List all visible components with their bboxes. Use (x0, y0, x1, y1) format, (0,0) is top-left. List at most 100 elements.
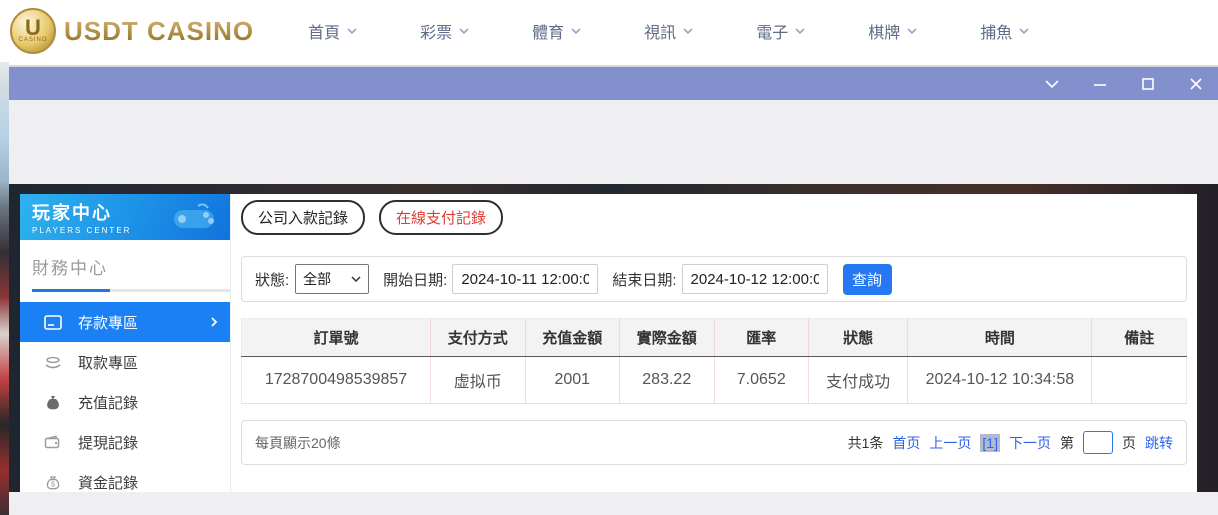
nav-item-live[interactable]: 視訊 (644, 19, 694, 43)
background-photo-strip (0, 62, 9, 515)
chevron-down-icon (1019, 28, 1029, 35)
cell-remark (1091, 356, 1187, 404)
nav-item-home[interactable]: 首頁 (308, 19, 358, 43)
nav-item-cards[interactable]: 棋牌 (868, 19, 918, 43)
col-time: 時間 (907, 318, 1093, 357)
site-logo[interactable]: U CASINO USDT CASINO (10, 8, 254, 54)
end-date-label: 結束日期: (612, 271, 677, 289)
tab-online-payment-records[interactable]: 在線支付記錄 (379, 200, 504, 235)
col-rate: 匯率 (714, 318, 809, 357)
minimize-icon[interactable] (1092, 76, 1108, 92)
sidebar-header: 玩家中心 PLAYERS CENTER (20, 194, 230, 240)
nav-label: 體育 (532, 25, 565, 42)
main-content: 公司入款記錄 在線支付記錄 狀態: 全部 開始日期: 結束日期: 查詢 (231, 194, 1197, 492)
record-tabs: 公司入款記錄 在線支付記錄 (241, 200, 1187, 235)
status-select[interactable]: 全部 (295, 264, 370, 294)
sidebar-item-label: 充值記錄 (78, 394, 139, 412)
coin-logo-icon: U CASINO (10, 8, 56, 54)
sidebar-item-label: 提現記錄 (78, 434, 139, 452)
col-pay-method: 支付方式 (430, 318, 526, 357)
table-header-row: 訂單號 支付方式 充值金額 實際金額 匯率 狀態 時間 備註 (241, 318, 1187, 357)
chevron-down-icon (683, 28, 693, 35)
cell-recharge-amount: 2001 (525, 356, 620, 404)
cell-order-no: 1728700498539857 (241, 356, 431, 404)
table-row: 1728700498539857 虚拟币 2001 283.22 7.0652 … (241, 356, 1187, 404)
chevron-down-icon (571, 28, 581, 35)
nav-label: 視訊 (644, 25, 677, 42)
search-button[interactable]: 查詢 (842, 263, 892, 295)
nav-item-slots[interactable]: 電子 (756, 19, 806, 43)
logo-text: USDT CASINO (64, 15, 255, 46)
player-center-panel: 玩家中心 PLAYERS CENTER 財務中心 存款專區 取款專區 充值記錄 … (20, 194, 1197, 492)
chevron-down-icon (907, 28, 917, 35)
nav-label: 捕魚 (980, 25, 1013, 42)
svg-text:$: $ (51, 481, 55, 488)
page-jump-input[interactable] (1083, 431, 1113, 454)
content-frame: 玩家中心 PLAYERS CENTER 財務中心 存款專區 取款專區 充值記錄 … (9, 184, 1218, 492)
jump-prefix-text: 第 (1060, 434, 1074, 451)
next-page-link[interactable]: 下一页 (1009, 433, 1051, 453)
col-actual-amount: 實際金額 (619, 318, 715, 357)
hand-coins-icon (45, 356, 61, 368)
first-page-link[interactable]: 首页 (892, 433, 920, 453)
chevron-down-icon (351, 275, 361, 282)
chevron-right-icon (211, 317, 218, 327)
sidebar-item-label: 存款專區 (78, 314, 139, 332)
start-date-input[interactable] (452, 264, 599, 294)
tab-company-deposit-records[interactable]: 公司入款記錄 (241, 200, 366, 235)
coin-letter: U (25, 15, 41, 40)
collapse-icon[interactable] (1044, 76, 1060, 92)
wallet-icon (44, 435, 60, 449)
page-size-text: 每頁顯示20條 (255, 434, 341, 451)
deposit-card-icon (44, 314, 62, 330)
maximize-icon[interactable] (1140, 76, 1156, 92)
main-nav: 首頁 彩票 體育 視訊 電子 棋牌 捕魚 (308, 19, 1030, 43)
nav-item-sports[interactable]: 體育 (532, 19, 582, 43)
sidebar-section-label: 財務中心 (32, 259, 108, 278)
col-status: 狀態 (808, 318, 909, 357)
records-table: 訂單號 支付方式 充值金額 實際金額 匯率 狀態 時間 備註 172870049… (241, 318, 1187, 404)
nav-item-lottery[interactable]: 彩票 (420, 19, 470, 43)
chevron-down-icon (459, 28, 469, 35)
end-date-input[interactable] (681, 264, 828, 294)
money-bag-icon (47, 396, 59, 410)
cell-rate: 7.0652 (714, 356, 809, 404)
cell-time: 2024-10-12 10:34:58 (907, 356, 1093, 404)
nav-label: 彩票 (420, 25, 453, 42)
status-select-value: 全部 (303, 271, 332, 287)
sidebar-divider (32, 289, 230, 292)
sidebar-item-recharge-records[interactable]: 充值記錄 (20, 382, 230, 422)
col-recharge-amount: 充值金額 (525, 318, 620, 357)
prev-page-link[interactable]: 上一页 (929, 433, 971, 453)
nav-label: 棋牌 (868, 25, 901, 42)
nav-item-fishing[interactable]: 捕魚 (980, 19, 1030, 43)
nav-label: 首頁 (308, 25, 341, 42)
nav-label: 電子 (756, 25, 789, 42)
player-center-dialog: 玩家中心 PLAYERS CENTER 財務中心 存款專區 取款專區 充值記錄 … (9, 65, 1218, 515)
sidebar-item-fund-records[interactable]: $ 資金記錄 (20, 462, 230, 502)
cell-status: 支付成功 (808, 356, 909, 404)
col-order-no: 訂單號 (241, 318, 431, 357)
sidebar: 玩家中心 PLAYERS CENTER 財務中心 存款專區 取款專區 充值記錄 … (20, 194, 231, 492)
sidebar-item-withdraw-zone[interactable]: 取款專區 (20, 342, 230, 382)
chevron-down-icon (347, 28, 357, 35)
close-icon[interactable] (1188, 76, 1204, 92)
sidebar-item-deposit-zone[interactable]: 存款專區 (20, 302, 230, 342)
total-count-text: 共1条 (847, 434, 884, 451)
filter-bar: 狀態: 全部 開始日期: 結束日期: 查詢 (241, 256, 1187, 302)
current-page-indicator: [1] (980, 433, 1000, 452)
start-date-label: 開始日期: (383, 271, 448, 289)
pagination-controls: 共1条 首页 上一页 [1] 下一页 第 页 跳转 (848, 431, 1173, 454)
sidebar-item-label: 資金記錄 (78, 474, 139, 492)
money-record-icon: $ (46, 475, 60, 489)
dialog-titlebar[interactable] (9, 67, 1218, 100)
coin-sub: CASINO (18, 37, 48, 43)
pagination-bar: 每頁顯示20條 共1条 首页 上一页 [1] 下一页 第 页 跳转 (241, 420, 1187, 465)
gamepad-icon (174, 203, 214, 228)
sidebar-section: 財務中心 (20, 240, 230, 292)
jump-button[interactable]: 跳转 (1145, 433, 1173, 453)
sidebar-item-withdrawal-records[interactable]: 提現記錄 (20, 422, 230, 462)
status-label: 狀態: (255, 271, 290, 289)
cell-actual-amount: 283.22 (619, 356, 715, 404)
dialog-body: 玩家中心 PLAYERS CENTER 財務中心 存款專區 取款專區 充值記錄 … (9, 100, 1218, 515)
